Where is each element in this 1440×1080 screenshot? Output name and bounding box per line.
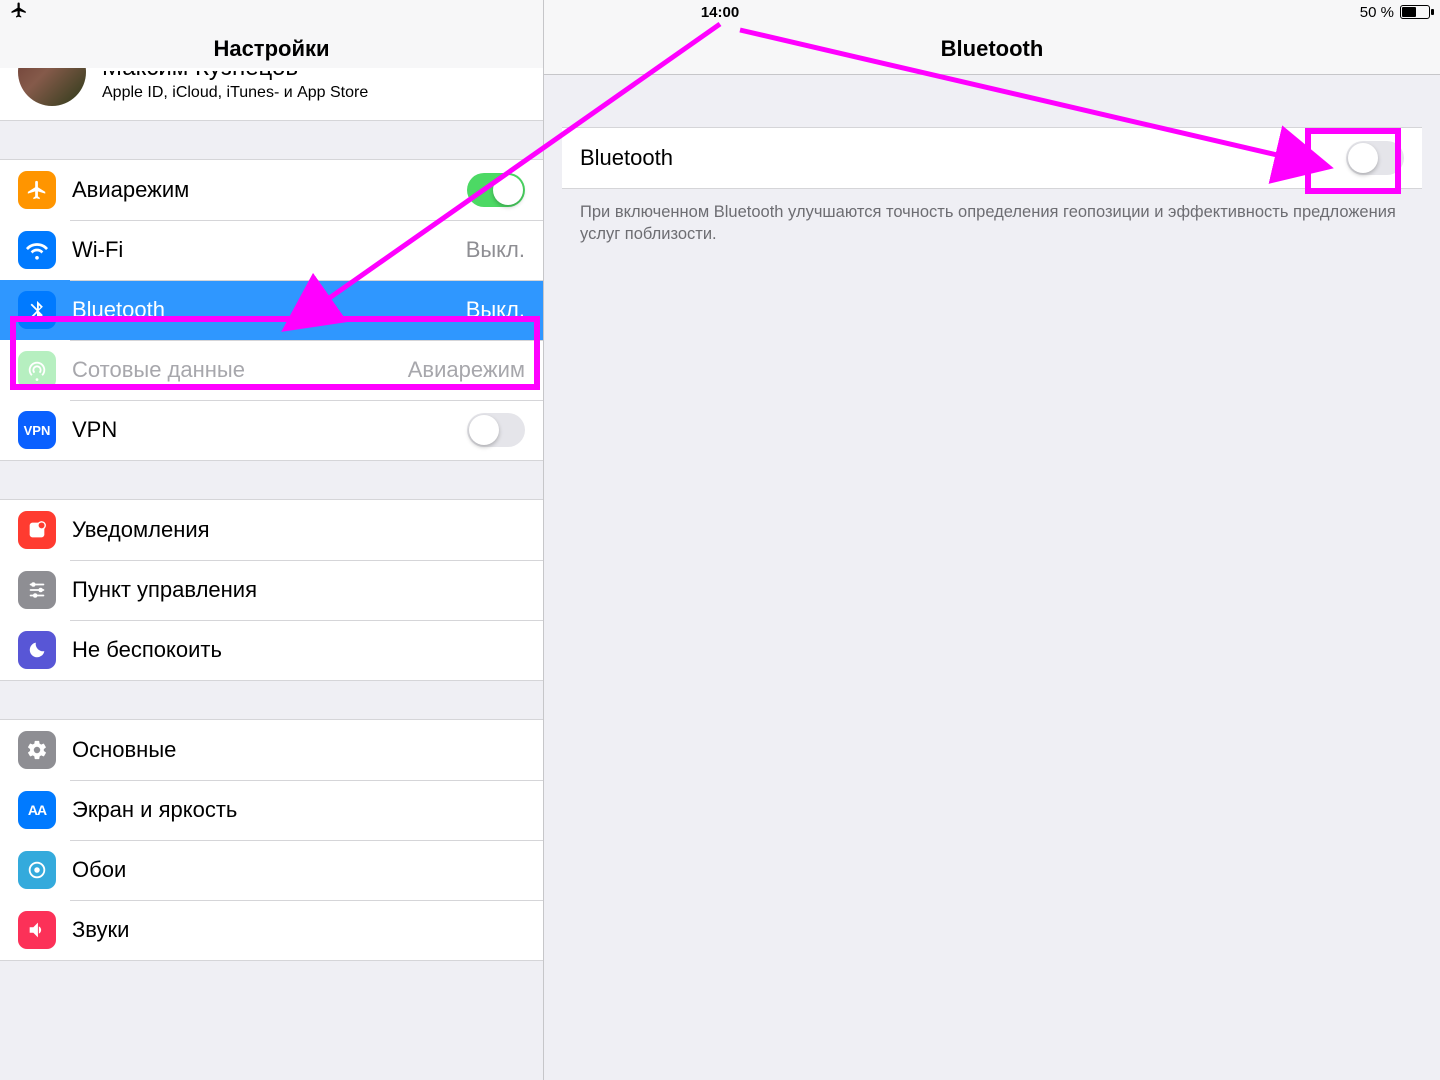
airplane-mode-status-icon: [10, 1, 28, 23]
battery-percentage-label: 50 %: [1360, 4, 1394, 21]
sidebar-item-value: Авиарежим: [408, 357, 525, 383]
sidebar-item-label: Wi-Fi: [72, 237, 450, 263]
sidebar-group-general: Основные AA Экран и яркость Обои: [0, 719, 543, 961]
sidebar-item-value: Выкл.: [466, 297, 525, 323]
sidebar-group-notifications: Уведомления Пункт управления Не беспокои…: [0, 499, 543, 681]
sidebar-item-label: Основные: [72, 737, 525, 763]
bluetooth-icon: [18, 291, 56, 329]
profile-sub: Apple ID, iCloud, iTunes- и App Store: [102, 83, 368, 103]
sidebar-group-network: Авиарежим Wi-Fi Выкл. Bluetoo: [0, 159, 543, 461]
status-time: 14:00: [701, 4, 739, 21]
status-left: [10, 1, 28, 23]
sidebar-item-label: Bluetooth: [72, 297, 450, 323]
sidebar-item-wallpaper[interactable]: Обои: [0, 840, 543, 900]
vpn-toggle[interactable]: [467, 413, 525, 447]
gear-icon: [18, 731, 56, 769]
sidebar-item-sounds[interactable]: Звуки: [0, 900, 543, 960]
bluetooth-switch-label: Bluetooth: [580, 145, 673, 171]
sidebar-item-airplane[interactable]: Авиарежим: [0, 160, 543, 220]
display-icon: AA: [18, 791, 56, 829]
sidebar-item-label: Экран и яркость: [72, 797, 525, 823]
battery-fill: [1402, 7, 1416, 17]
sidebar-item-label: Пункт управления: [72, 577, 525, 603]
detail-body: Bluetooth При включенном Bluetooth улучш…: [544, 75, 1440, 258]
sidebar: Настройки Максим Кузнецов Apple ID, iClo…: [0, 0, 544, 1080]
detail-title: Bluetooth: [941, 36, 1044, 62]
status-bar: 14:00 50 %: [0, 0, 1440, 24]
dnd-icon: [18, 631, 56, 669]
controlcenter-icon: [18, 571, 56, 609]
detail-pane: Bluetooth Bluetooth При включенном Bluet…: [544, 0, 1440, 1080]
wifi-icon: [18, 231, 56, 269]
sidebar-item-label: Не беспокоить: [72, 637, 525, 663]
profile-row[interactable]: Максим Кузнецов Apple ID, iCloud, iTunes…: [0, 68, 543, 121]
sounds-icon: [18, 911, 56, 949]
sidebar-item-label: Сотовые данные: [72, 357, 392, 383]
profile-text: Максим Кузнецов Apple ID, iCloud, iTunes…: [102, 71, 368, 103]
vpn-icon: VPN: [18, 411, 56, 449]
bluetooth-footer-text: При включенном Bluetooth улучшаются точн…: [562, 189, 1422, 258]
bluetooth-switch[interactable]: [1346, 141, 1404, 175]
airplane-icon: [18, 171, 56, 209]
sidebar-item-wifi[interactable]: Wi-Fi Выкл.: [0, 220, 543, 280]
airplane-toggle[interactable]: [467, 173, 525, 207]
profile-name: Максим Кузнецов: [102, 71, 368, 83]
notifications-icon: [18, 511, 56, 549]
sidebar-item-label: Уведомления: [72, 517, 525, 543]
battery-icon: [1400, 5, 1430, 19]
status-right: 50 %: [1360, 4, 1430, 21]
sidebar-item-cellular: Сотовые данные Авиарежим: [0, 340, 543, 400]
avatar: [18, 68, 86, 106]
sidebar-item-label: Обои: [72, 857, 525, 883]
wallpaper-icon: [18, 851, 56, 889]
sidebar-scroll[interactable]: Максим Кузнецов Apple ID, iCloud, iTunes…: [0, 68, 543, 1080]
split-view: Настройки Максим Кузнецов Apple ID, iClo…: [0, 0, 1440, 1080]
sidebar-item-label: Авиарежим: [72, 177, 451, 203]
sidebar-item-display[interactable]: AA Экран и яркость: [0, 780, 543, 840]
sidebar-item-label: VPN: [72, 417, 451, 443]
sidebar-item-general[interactable]: Основные: [0, 720, 543, 780]
sidebar-item-notifications[interactable]: Уведомления: [0, 500, 543, 560]
sidebar-item-dnd[interactable]: Не беспокоить: [0, 620, 543, 680]
sidebar-item-controlcenter[interactable]: Пункт управления: [0, 560, 543, 620]
cellular-icon: [18, 351, 56, 389]
bluetooth-switch-row[interactable]: Bluetooth: [562, 127, 1422, 189]
sidebar-item-label: Звуки: [72, 917, 525, 943]
sidebar-item-bluetooth[interactable]: Bluetooth Выкл.: [0, 280, 543, 340]
sidebar-item-vpn[interactable]: VPN VPN: [0, 400, 543, 460]
sidebar-title: Настройки: [213, 36, 329, 62]
sidebar-item-value: Выкл.: [466, 237, 525, 263]
